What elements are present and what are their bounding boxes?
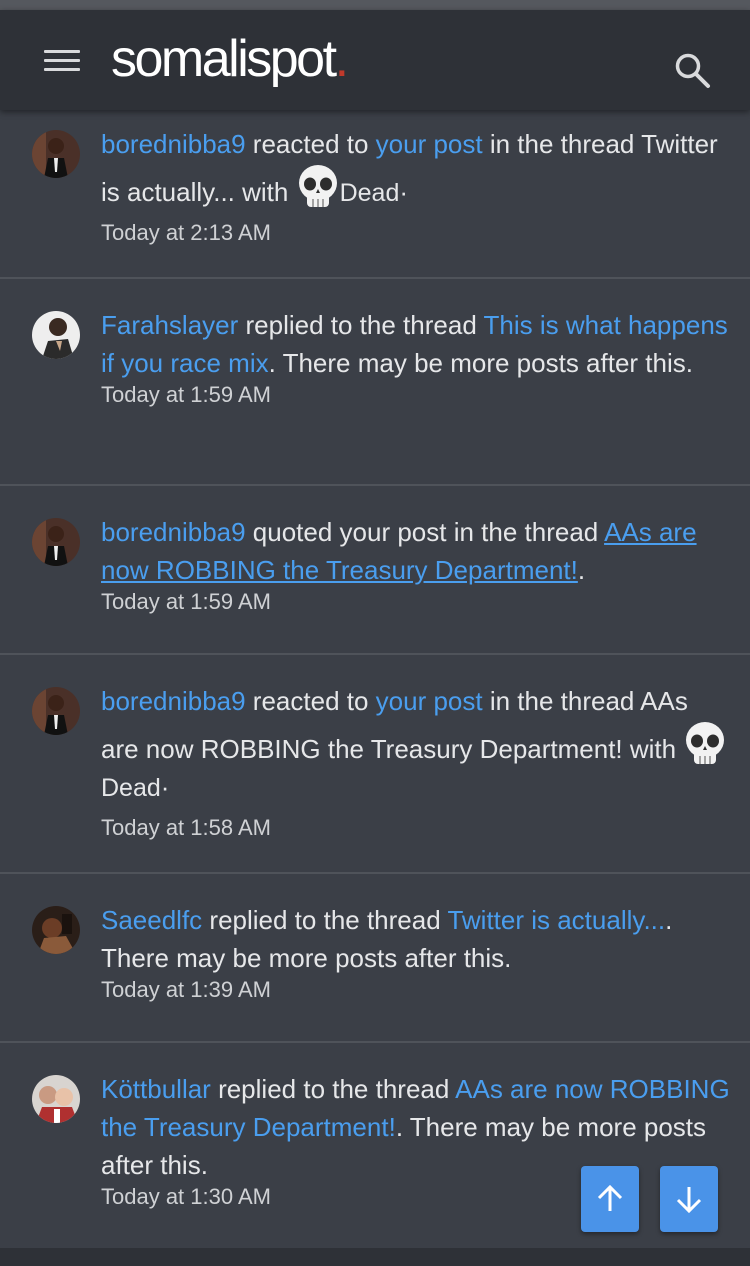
- user-link[interactable]: Köttbullar: [101, 1074, 211, 1104]
- user-link[interactable]: borednibba9: [101, 686, 246, 716]
- notification-text: .: [577, 555, 586, 585]
- arrow-up-icon: [597, 1185, 623, 1211]
- user-link[interactable]: borednibba9: [101, 517, 246, 547]
- notification-item[interactable]: Saeedlfc replied to the thread Twitter i…: [0, 874, 750, 1043]
- notification-item[interactable]: borednibba9 quoted your post in the thre…: [0, 486, 750, 655]
- user-link[interactable]: borednibba9: [101, 129, 246, 159]
- site-header: somalispot.: [0, 10, 750, 110]
- status-strip: [0, 0, 750, 10]
- avatar[interactable]: [32, 906, 80, 954]
- timestamp: Today at 1:59 AM: [101, 382, 271, 407]
- scroll-up-button[interactable]: [581, 1166, 639, 1232]
- post-link[interactable]: your post: [376, 686, 483, 716]
- notification-list: borednibba9 reacted to your post in the …: [0, 110, 750, 1248]
- search-icon[interactable]: [672, 50, 712, 90]
- notification-text: reacted to: [245, 686, 376, 716]
- separator: ·: [399, 177, 409, 207]
- notification-text: replied to the thread: [202, 905, 448, 935]
- menu-icon[interactable]: [44, 46, 80, 74]
- separator: ·: [160, 772, 170, 802]
- thread-link[interactable]: Twitter is actually...: [447, 905, 665, 935]
- site-logo[interactable]: somalispot.: [111, 29, 349, 89]
- reaction-label: Dead: [339, 179, 400, 207]
- timestamp: Today at 2:13 AM: [101, 220, 271, 245]
- notification-item[interactable]: Farahslayer replied to the thread This i…: [0, 279, 750, 486]
- timestamp: Today at 1:58 AM: [101, 815, 271, 840]
- footer-strip: [0, 1248, 750, 1266]
- user-link[interactable]: Farahslayer: [101, 310, 238, 340]
- notification-item[interactable]: borednibba9 reacted to your post in the …: [0, 655, 750, 874]
- timestamp: Today at 1:39 AM: [101, 977, 271, 1002]
- notification-text: reacted to: [245, 129, 376, 159]
- skull-emoji: [296, 163, 340, 211]
- avatar[interactable]: [32, 311, 80, 359]
- reaction-label: Dead: [101, 774, 161, 802]
- notification-text: . There may be more posts after this.: [268, 348, 693, 378]
- avatar[interactable]: [32, 130, 80, 178]
- notification-text: replied to the thread: [210, 1074, 456, 1104]
- avatar[interactable]: [32, 1075, 80, 1123]
- user-link[interactable]: Saeedlfc: [101, 905, 202, 935]
- arrow-down-icon: [676, 1187, 702, 1213]
- avatar[interactable]: [32, 518, 80, 566]
- scroll-down-button[interactable]: [660, 1166, 718, 1232]
- skull-emoji: [683, 720, 727, 768]
- timestamp: Today at 1:59 AM: [101, 589, 271, 614]
- avatar[interactable]: [32, 687, 80, 735]
- notification-item[interactable]: borednibba9 reacted to your post in the …: [0, 110, 750, 279]
- notification-text: quoted your post in the thread: [245, 517, 605, 547]
- post-link[interactable]: your post: [376, 129, 483, 159]
- notification-text: replied to the thread: [238, 310, 484, 340]
